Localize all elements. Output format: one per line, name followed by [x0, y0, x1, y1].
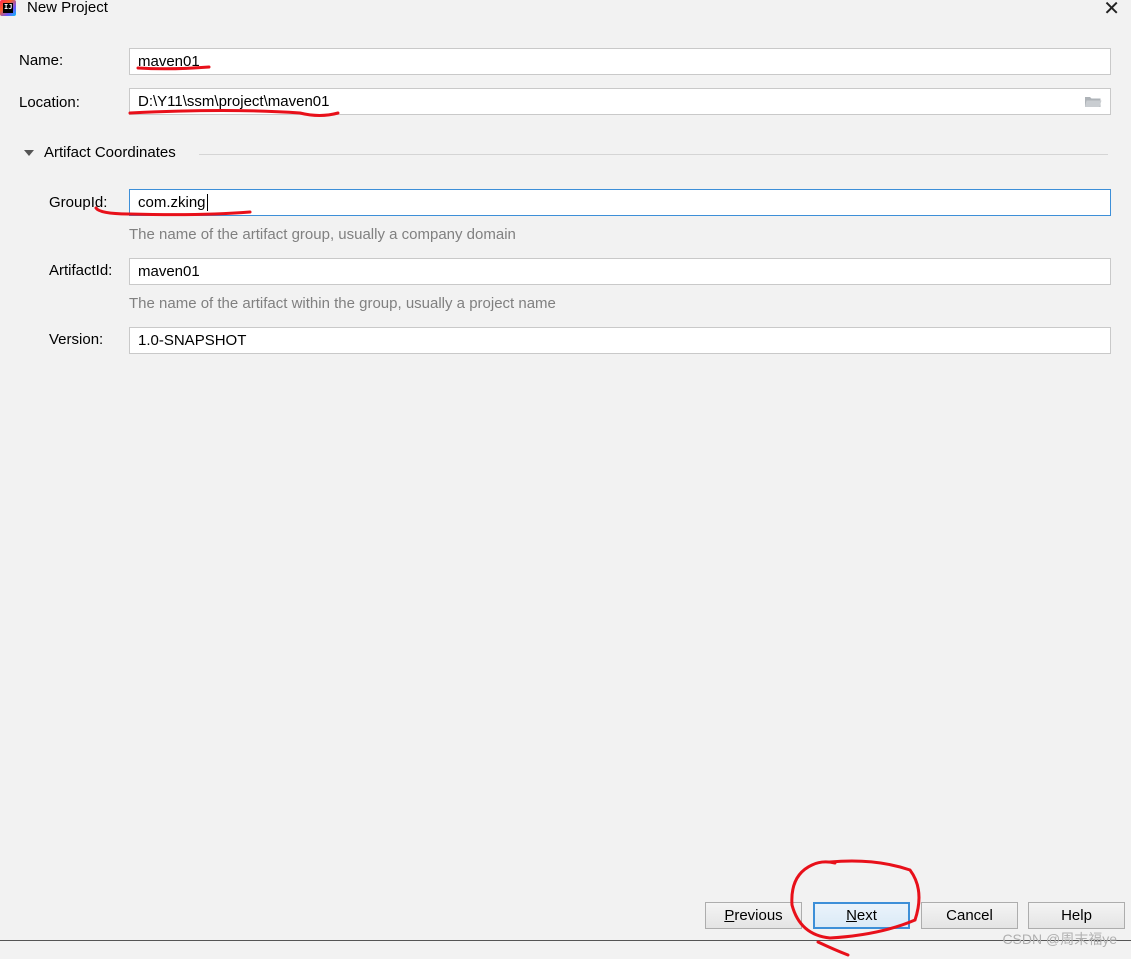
name-field[interactable]: maven01: [129, 48, 1111, 75]
folder-icon[interactable]: [1084, 95, 1102, 108]
groupid-label: GroupId:: [49, 194, 108, 211]
text-caret: [206, 194, 208, 211]
title-bar: IJ New Project ✕: [0, 0, 1131, 20]
help-button[interactable]: Help: [1028, 902, 1125, 929]
version-label: Version:: [49, 331, 104, 348]
close-icon[interactable]: ✕: [1103, 0, 1120, 18]
chevron-down-icon: [24, 149, 34, 156]
bottom-border: [0, 940, 1131, 941]
previous-mnemonic: P: [724, 907, 735, 924]
groupid-hint: The name of the artifact group, usually …: [129, 226, 516, 243]
next-button[interactable]: Next: [813, 902, 910, 929]
separator: [199, 154, 1108, 155]
location-label: Location:: [19, 94, 80, 111]
watermark: CSDN @周末福ye: [1002, 931, 1117, 947]
next-mnemonic: N: [846, 907, 857, 924]
version-field[interactable]: 1.0-SNAPSHOT: [129, 327, 1111, 354]
artifactid-field[interactable]: maven01: [129, 258, 1111, 285]
artifactid-label: ArtifactId:: [49, 262, 113, 279]
cancel-button[interactable]: Cancel: [921, 902, 1018, 929]
artifact-coordinates-toggle[interactable]: Artifact Coordinates: [24, 144, 176, 161]
groupid-field[interactable]: com.zking: [129, 189, 1111, 216]
previous-label: revious: [734, 907, 783, 924]
location-field[interactable]: D:\Y11\ssm\project\maven01: [129, 88, 1111, 115]
groupid-value: com.zking: [138, 194, 206, 211]
section-title: Artifact Coordinates: [44, 144, 176, 161]
name-value: maven01: [138, 53, 200, 70]
next-label: ext: [856, 907, 877, 924]
name-label: Name:: [19, 52, 64, 69]
artifactid-value: maven01: [138, 263, 200, 280]
window-title: New Project: [27, 0, 108, 16]
artifactid-hint: The name of the artifact within the grou…: [129, 295, 556, 312]
location-value: D:\Y11\ssm\project\maven01: [138, 93, 330, 110]
version-value: 1.0-SNAPSHOT: [138, 332, 247, 349]
previous-button[interactable]: Previous: [705, 902, 802, 929]
intellij-idea-icon: IJ: [0, 0, 16, 16]
